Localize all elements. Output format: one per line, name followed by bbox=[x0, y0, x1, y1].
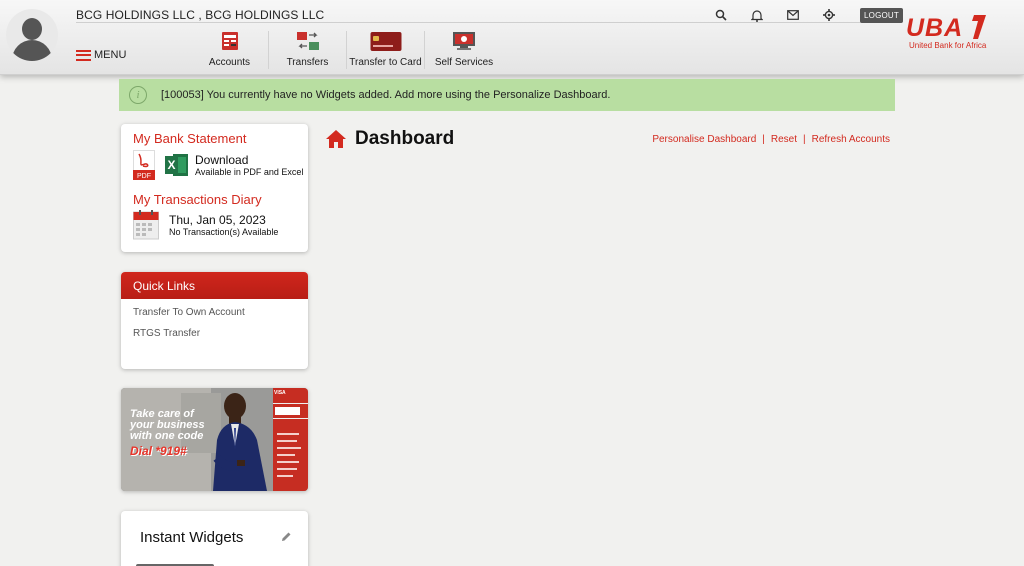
diary-date: Thu, Jan 05, 2023 bbox=[169, 213, 266, 227]
banner-dial: Dial *919# bbox=[130, 444, 187, 458]
info-icon: i bbox=[129, 86, 147, 104]
menu-button[interactable]: MENU bbox=[76, 49, 126, 61]
instant-widgets-title: Instant Widgets bbox=[140, 529, 244, 546]
statement-diary-card: My Bank Statement PDF X Download Availab… bbox=[121, 124, 308, 252]
nav-accounts[interactable]: Accounts bbox=[191, 31, 269, 69]
brand-name: UBA bbox=[906, 14, 964, 42]
widgets-notice: i [100053] You currently have no Widgets… bbox=[119, 79, 895, 111]
diary-entry[interactable]: Thu, Jan 05, 2023 No Transaction(s) Avai… bbox=[133, 210, 278, 240]
page-title: Dashboard bbox=[355, 128, 455, 149]
excel-icon: X bbox=[165, 154, 188, 176]
download-label: Download bbox=[195, 153, 249, 167]
logout-button[interactable]: LOGOUT bbox=[860, 7, 903, 23]
link-separator: | bbox=[762, 134, 765, 145]
home-icon bbox=[326, 130, 346, 148]
instant-widgets-card: Instant Widgets bbox=[121, 511, 308, 566]
accounts-icon bbox=[221, 31, 239, 54]
quick-link-rtgs[interactable]: RTGS Transfer bbox=[121, 328, 308, 339]
excel-label: X bbox=[167, 158, 175, 172]
personalise-dashboard-link[interactable]: Personalise Dashboard bbox=[652, 134, 756, 145]
link-separator: | bbox=[803, 134, 806, 145]
refresh-accounts-link[interactable]: Refresh Accounts bbox=[812, 134, 890, 145]
hamburger-icon bbox=[76, 49, 91, 61]
reset-link[interactable]: Reset bbox=[771, 134, 797, 145]
banner-text: Take care of your business with one code… bbox=[130, 409, 205, 458]
pdf-icon: PDF bbox=[133, 150, 155, 180]
nav-accounts-label: Accounts bbox=[208, 57, 251, 68]
menu-label: MENU bbox=[94, 49, 127, 61]
card-icon bbox=[370, 31, 402, 54]
quick-links-title: Quick Links bbox=[121, 272, 308, 299]
dashboard-heading: Dashboard bbox=[325, 128, 454, 150]
quick-link-own-account[interactable]: Transfer To Own Account bbox=[121, 307, 308, 318]
self-services-icon bbox=[451, 31, 477, 54]
gear-icon[interactable] bbox=[820, 7, 838, 23]
transfers-icon bbox=[296, 31, 320, 54]
nav-transfer-to-card[interactable]: Transfer to Card bbox=[347, 31, 425, 69]
bell-icon[interactable] bbox=[748, 7, 766, 23]
nav-transfers[interactable]: Transfers bbox=[269, 31, 347, 69]
nav-self-services[interactable]: Self Services bbox=[425, 31, 503, 69]
pdf-label: PDF bbox=[137, 173, 151, 180]
nav-transfer-to-card-label: Transfer to Card bbox=[349, 57, 422, 68]
mail-icon[interactable] bbox=[784, 7, 802, 23]
quick-links-card: Quick Links Transfer To Own Account RTGS… bbox=[121, 272, 308, 369]
banner-line-3: with one code bbox=[130, 430, 204, 442]
calendar-icon bbox=[133, 210, 159, 240]
edit-icon[interactable] bbox=[281, 531, 292, 542]
bank-statement-title[interactable]: My Bank Statement bbox=[133, 131, 246, 146]
brand-tagline: United Bank for Africa bbox=[909, 41, 987, 50]
search-icon[interactable] bbox=[712, 7, 730, 23]
banner-visa-tag: VISA bbox=[274, 390, 286, 396]
brand-mark-icon bbox=[972, 15, 987, 39]
nav-self-services-label: Self Services bbox=[434, 57, 494, 68]
download-subtitle: Available in PDF and Excel bbox=[195, 167, 304, 177]
nav-transfers-label: Transfers bbox=[286, 57, 329, 68]
top-icon-bar: LOGOUT bbox=[712, 7, 903, 23]
uba-logo[interactable]: UBA United Bank for Africa bbox=[906, 14, 986, 50]
notice-text: [100053] You currently have no Widgets a… bbox=[161, 89, 611, 101]
promo-banner[interactable]: Take care of your business with one code… bbox=[121, 388, 308, 491]
company-name: BCG HOLDINGS LLC , BCG HOLDINGS LLC bbox=[76, 8, 325, 22]
statement-download[interactable]: PDF X Download Available in PDF and Exce… bbox=[133, 150, 303, 180]
top-header: BCG HOLDINGS LLC , BCG HOLDINGS LLC LOGO… bbox=[0, 0, 1024, 75]
dashboard-links: Personalise Dashboard | Reset | Refresh … bbox=[652, 134, 890, 145]
diary-status: No Transaction(s) Available bbox=[169, 227, 279, 237]
main-nav: Accounts Transfers Transfer to Card Self… bbox=[191, 31, 503, 69]
user-avatar[interactable] bbox=[6, 9, 58, 61]
transactions-diary-title[interactable]: My Transactions Diary bbox=[133, 192, 262, 207]
